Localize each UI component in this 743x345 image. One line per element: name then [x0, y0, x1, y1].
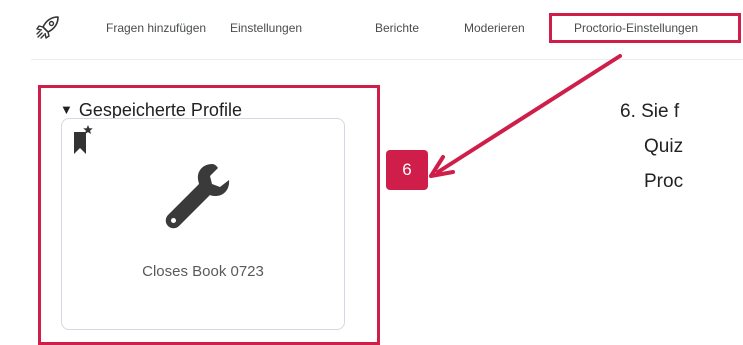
bookmark-star-icon: [74, 125, 93, 154]
nav-item-moderieren[interactable]: Moderieren: [464, 21, 525, 35]
step-badge: 6: [386, 150, 428, 190]
nav-item-fragen-hinzufuegen[interactable]: Fragen hinzufügen: [106, 21, 206, 35]
nav-divider: [31, 59, 743, 60]
instruction-line-2: Quiz: [644, 136, 684, 157]
nav-item-einstellungen[interactable]: Einstellungen: [230, 21, 302, 35]
saved-profiles-heading: Gespeicherte Profile: [78, 100, 242, 120]
rocket-icon[interactable]: [34, 13, 62, 41]
instruction-line-1: 6. Sie f: [620, 101, 680, 122]
proctorio-tab-highlight: [549, 13, 741, 43]
instruction-line-3: Proc: [644, 171, 684, 192]
nav-item-berichte[interactable]: Berichte: [375, 21, 419, 35]
wrench-icon: [165, 164, 230, 229]
profile-name: Closes Book 0723: [142, 263, 264, 280]
triangle-down-icon: ▼: [60, 102, 73, 117]
